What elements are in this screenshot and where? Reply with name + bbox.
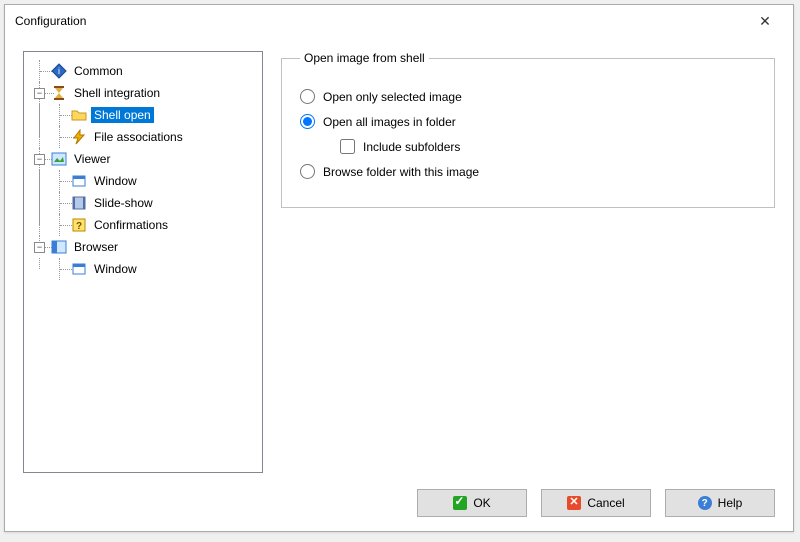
tree-label: Viewer bbox=[71, 151, 113, 167]
radio-open-all-in-folder[interactable]: Open all images in folder bbox=[300, 114, 756, 129]
collapse-icon[interactable]: − bbox=[34, 154, 45, 165]
tree-item-viewer-window[interactable]: Window bbox=[50, 170, 256, 192]
tree-item-shell-open[interactable]: Shell open bbox=[50, 104, 256, 126]
tree-label: Common bbox=[71, 63, 126, 79]
tree-label: Window bbox=[91, 173, 140, 189]
open-image-groupbox: Open image from shell Open only selected… bbox=[281, 51, 775, 208]
category-tree[interactable]: i Common − Shell integration bbox=[30, 60, 256, 280]
window-title: Configuration bbox=[15, 14, 745, 28]
category-tree-panel: i Common − Shell integration bbox=[23, 51, 263, 473]
checkbox-include-subfolders[interactable]: Include subfolders bbox=[340, 139, 756, 154]
tree-item-browser-window[interactable]: Window bbox=[50, 258, 256, 280]
tree-label: Confirmations bbox=[91, 217, 171, 233]
window-icon bbox=[71, 261, 87, 277]
help-button[interactable]: ? Help bbox=[665, 489, 775, 517]
svg-text:?: ? bbox=[76, 221, 82, 232]
settings-panel: Open image from shell Open only selected… bbox=[281, 51, 775, 473]
tree-label: Browser bbox=[71, 239, 121, 255]
close-button[interactable]: ✕ bbox=[745, 7, 785, 35]
layout-icon bbox=[51, 239, 67, 255]
tree-item-slide-show[interactable]: Slide-show bbox=[50, 192, 256, 214]
button-label: OK bbox=[473, 496, 490, 510]
radio-open-only-selected[interactable]: Open only selected image bbox=[300, 89, 756, 104]
folder-open-icon bbox=[71, 107, 87, 123]
lightning-icon bbox=[71, 129, 87, 145]
check-icon bbox=[453, 496, 467, 510]
button-label: Help bbox=[718, 496, 743, 510]
collapse-icon[interactable]: − bbox=[34, 88, 45, 99]
radio-label: Browse folder with this image bbox=[323, 165, 479, 179]
window-icon bbox=[71, 173, 87, 189]
button-bar: OK Cancel ? Help bbox=[5, 479, 793, 531]
ok-button[interactable]: OK bbox=[417, 489, 527, 517]
tree-item-browser[interactable]: − Browser bbox=[30, 236, 256, 258]
tree-label: Shell integration bbox=[71, 85, 163, 101]
tree-label: File associations bbox=[91, 129, 186, 145]
tree-item-common[interactable]: i Common bbox=[30, 60, 256, 82]
radio-label: Open only selected image bbox=[323, 90, 462, 104]
titlebar: Configuration ✕ bbox=[5, 5, 793, 37]
checkbox-input[interactable] bbox=[340, 139, 355, 154]
collapse-icon[interactable]: − bbox=[34, 242, 45, 253]
radio-label: Open all images in folder bbox=[323, 115, 456, 129]
radio-browse-folder-with-image[interactable]: Browse folder with this image bbox=[300, 164, 756, 179]
button-label: Cancel bbox=[587, 496, 624, 510]
diamond-icon: i bbox=[51, 63, 67, 79]
radio-input[interactable] bbox=[300, 164, 315, 179]
question-icon: ? bbox=[71, 217, 87, 233]
tree-item-confirmations[interactable]: ? Confirmations bbox=[50, 214, 256, 236]
radio-input[interactable] bbox=[300, 114, 315, 129]
dialog-window: Configuration ✕ i Common bbox=[4, 4, 794, 532]
checkbox-label: Include subfolders bbox=[363, 140, 460, 154]
hourglass-icon bbox=[51, 85, 67, 101]
tree-label: Slide-show bbox=[91, 195, 156, 211]
tree-label: Window bbox=[91, 261, 140, 277]
cancel-button[interactable]: Cancel bbox=[541, 489, 651, 517]
radio-input[interactable] bbox=[300, 89, 315, 104]
tree-item-shell-integration[interactable]: − Shell integration bbox=[30, 82, 256, 104]
tree-item-file-associations[interactable]: File associations bbox=[50, 126, 256, 148]
close-icon: ✕ bbox=[759, 13, 771, 30]
content-area: i Common − Shell integration bbox=[5, 37, 793, 479]
groupbox-legend: Open image from shell bbox=[300, 51, 429, 65]
svg-text:i: i bbox=[58, 66, 60, 76]
film-icon bbox=[71, 195, 87, 211]
picture-icon bbox=[51, 151, 67, 167]
tree-label: Shell open bbox=[91, 107, 154, 123]
x-icon bbox=[567, 496, 581, 510]
help-icon: ? bbox=[698, 496, 712, 510]
tree-item-viewer[interactable]: − Viewer bbox=[30, 148, 256, 170]
